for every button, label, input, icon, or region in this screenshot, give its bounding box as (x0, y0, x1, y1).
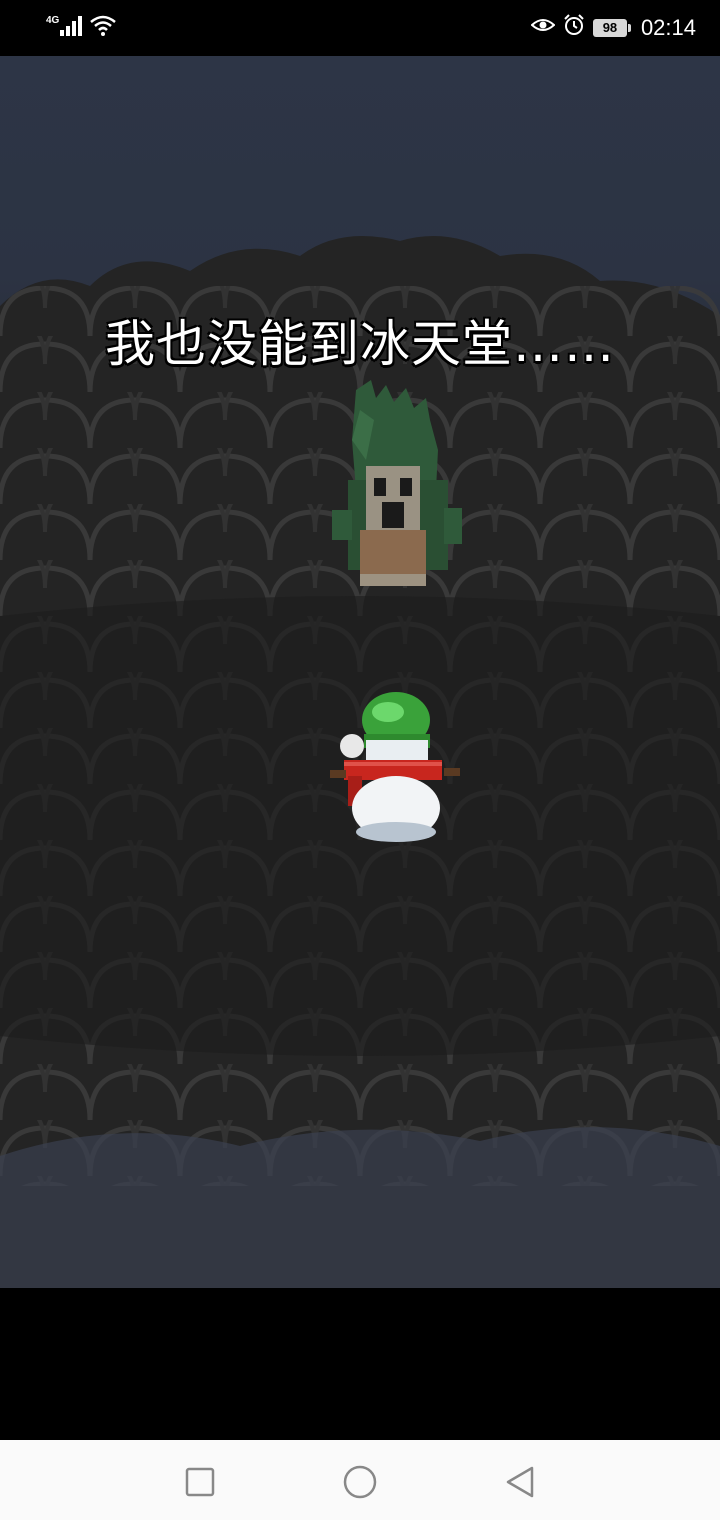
dragon-costume-character[interactable] (326, 380, 466, 600)
square-icon (185, 1467, 215, 1497)
eye-comfort-icon (530, 16, 556, 39)
status-left: 4G (46, 14, 117, 40)
triangle-back-icon (506, 1466, 534, 1498)
letterbox-area (0, 1288, 720, 1440)
circle-icon (343, 1465, 377, 1499)
cloud-background (0, 236, 720, 1288)
clock: 02:14 (640, 14, 696, 40)
battery-icon: 98 (592, 18, 631, 37)
status-bar: 4G 98 02:14 (0, 0, 720, 56)
wifi-icon (90, 14, 117, 40)
dialogue-text: 我也没能到冰天堂…… (105, 315, 615, 373)
signal-icon (60, 14, 86, 40)
network-type-label: 4G (46, 15, 60, 26)
status-right: 98 02:14 (530, 14, 696, 41)
alarm-icon (563, 14, 585, 41)
back-button[interactable] (500, 1462, 540, 1502)
recent-apps-button[interactable] (180, 1462, 220, 1502)
navigation-bar (0, 1440, 720, 1520)
game-view[interactable]: 我也没能到冰天堂…… (0, 56, 720, 1288)
home-button[interactable] (340, 1462, 380, 1502)
snowman-player[interactable] (326, 690, 466, 850)
